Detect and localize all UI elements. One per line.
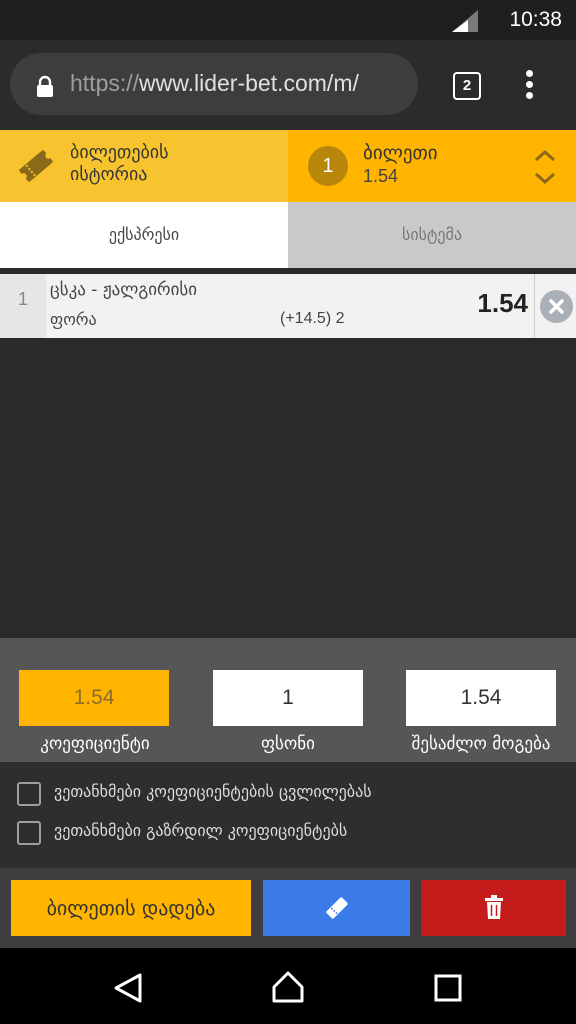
total-odds-field: 1.54 bbox=[19, 670, 169, 726]
back-icon[interactable] bbox=[113, 972, 143, 1004]
ticket-title: ბილეთი bbox=[363, 142, 438, 164]
bet-summary-panel: 1.54 1 1.54 კოეფიციენტი ფსონი შესაძლო მო… bbox=[0, 638, 576, 762]
ticket-share-button[interactable] bbox=[263, 880, 410, 936]
total-odds-label: კოეფიციენტი bbox=[40, 734, 150, 754]
home-icon[interactable] bbox=[271, 970, 305, 1004]
ticket-total-odds: 1.54 bbox=[363, 166, 399, 186]
options-section: ვეთანხმები კოეფიციენტების ცვლილებას ვეთა… bbox=[0, 762, 576, 868]
row-divider bbox=[534, 274, 535, 338]
accept-changes-label[interactable]: ვეთანხმები კოეფიციენტების ცვლილებას bbox=[54, 782, 372, 801]
tab-system[interactable]: სისტემა bbox=[288, 202, 576, 268]
ticket-count-badge: 1 bbox=[308, 146, 348, 186]
ticket-icon bbox=[19, 150, 53, 182]
stake-label: ფსონი bbox=[261, 734, 315, 754]
bet-index: 1 bbox=[0, 274, 46, 338]
menu-icon[interactable] bbox=[526, 70, 534, 103]
url-text: https://www.lider-bet.com/m/ bbox=[70, 70, 410, 97]
ticket-history-label: ბილეთების ისტორია bbox=[70, 142, 169, 185]
stake-input[interactable]: 1 bbox=[213, 670, 363, 726]
chevron-updown-icon[interactable] bbox=[532, 148, 558, 186]
accept-increased-checkbox[interactable] bbox=[17, 821, 41, 845]
system-nav-bar bbox=[0, 948, 576, 1024]
recents-icon[interactable] bbox=[434, 974, 462, 1002]
tab-switcher-button[interactable]: 2 bbox=[453, 72, 481, 100]
remove-bet-button[interactable] bbox=[540, 290, 573, 323]
lock-icon bbox=[37, 75, 53, 97]
url-scheme: https:// bbox=[70, 70, 140, 96]
address-bar[interactable]: https://www.lider-bet.com/m/ bbox=[10, 53, 418, 115]
accept-changes-checkbox[interactable] bbox=[17, 782, 41, 806]
clock: 10:38 bbox=[509, 8, 562, 31]
url-host: www.lider-bet.com/m/ bbox=[139, 70, 359, 96]
bet-odds: 1.54 bbox=[477, 288, 528, 318]
bet-parameter: (+14.5) 2 bbox=[280, 310, 345, 327]
possible-win-field: 1.54 bbox=[406, 670, 556, 726]
possible-win-label: შესაძლო მოგება bbox=[411, 734, 551, 754]
close-icon bbox=[549, 299, 564, 314]
accept-increased-label[interactable]: ვეთანხმები გაზრდილ კოეფიციენტებს bbox=[54, 821, 347, 840]
clear-ticket-button[interactable] bbox=[421, 880, 566, 936]
bet-row: 1 ცსკა - ჟალგირისი ფორა (+14.5) 2 1.54 bbox=[0, 274, 576, 338]
browser-toolbar: https://www.lider-bet.com/m/ 2 bbox=[0, 40, 576, 130]
place-bet-button[interactable]: ბილეთის დადება bbox=[11, 880, 251, 936]
action-bar: ბილეთის დადება bbox=[0, 868, 576, 948]
bet-market: ფორა bbox=[50, 310, 97, 329]
ticket-share-icon bbox=[326, 897, 348, 919]
ticket-summary-toggle[interactable]: 1 ბილეთი 1.54 bbox=[288, 130, 576, 202]
trash-icon bbox=[485, 895, 503, 919]
tab-express[interactable]: ექსპრესი bbox=[0, 202, 288, 268]
status-bar: 10:38 bbox=[0, 0, 576, 40]
signal-icon bbox=[452, 10, 478, 32]
bet-match: ცსკა - ჟალგირისი bbox=[50, 280, 198, 300]
ticket-history-button[interactable]: ბილეთების ისტორია bbox=[0, 130, 288, 202]
